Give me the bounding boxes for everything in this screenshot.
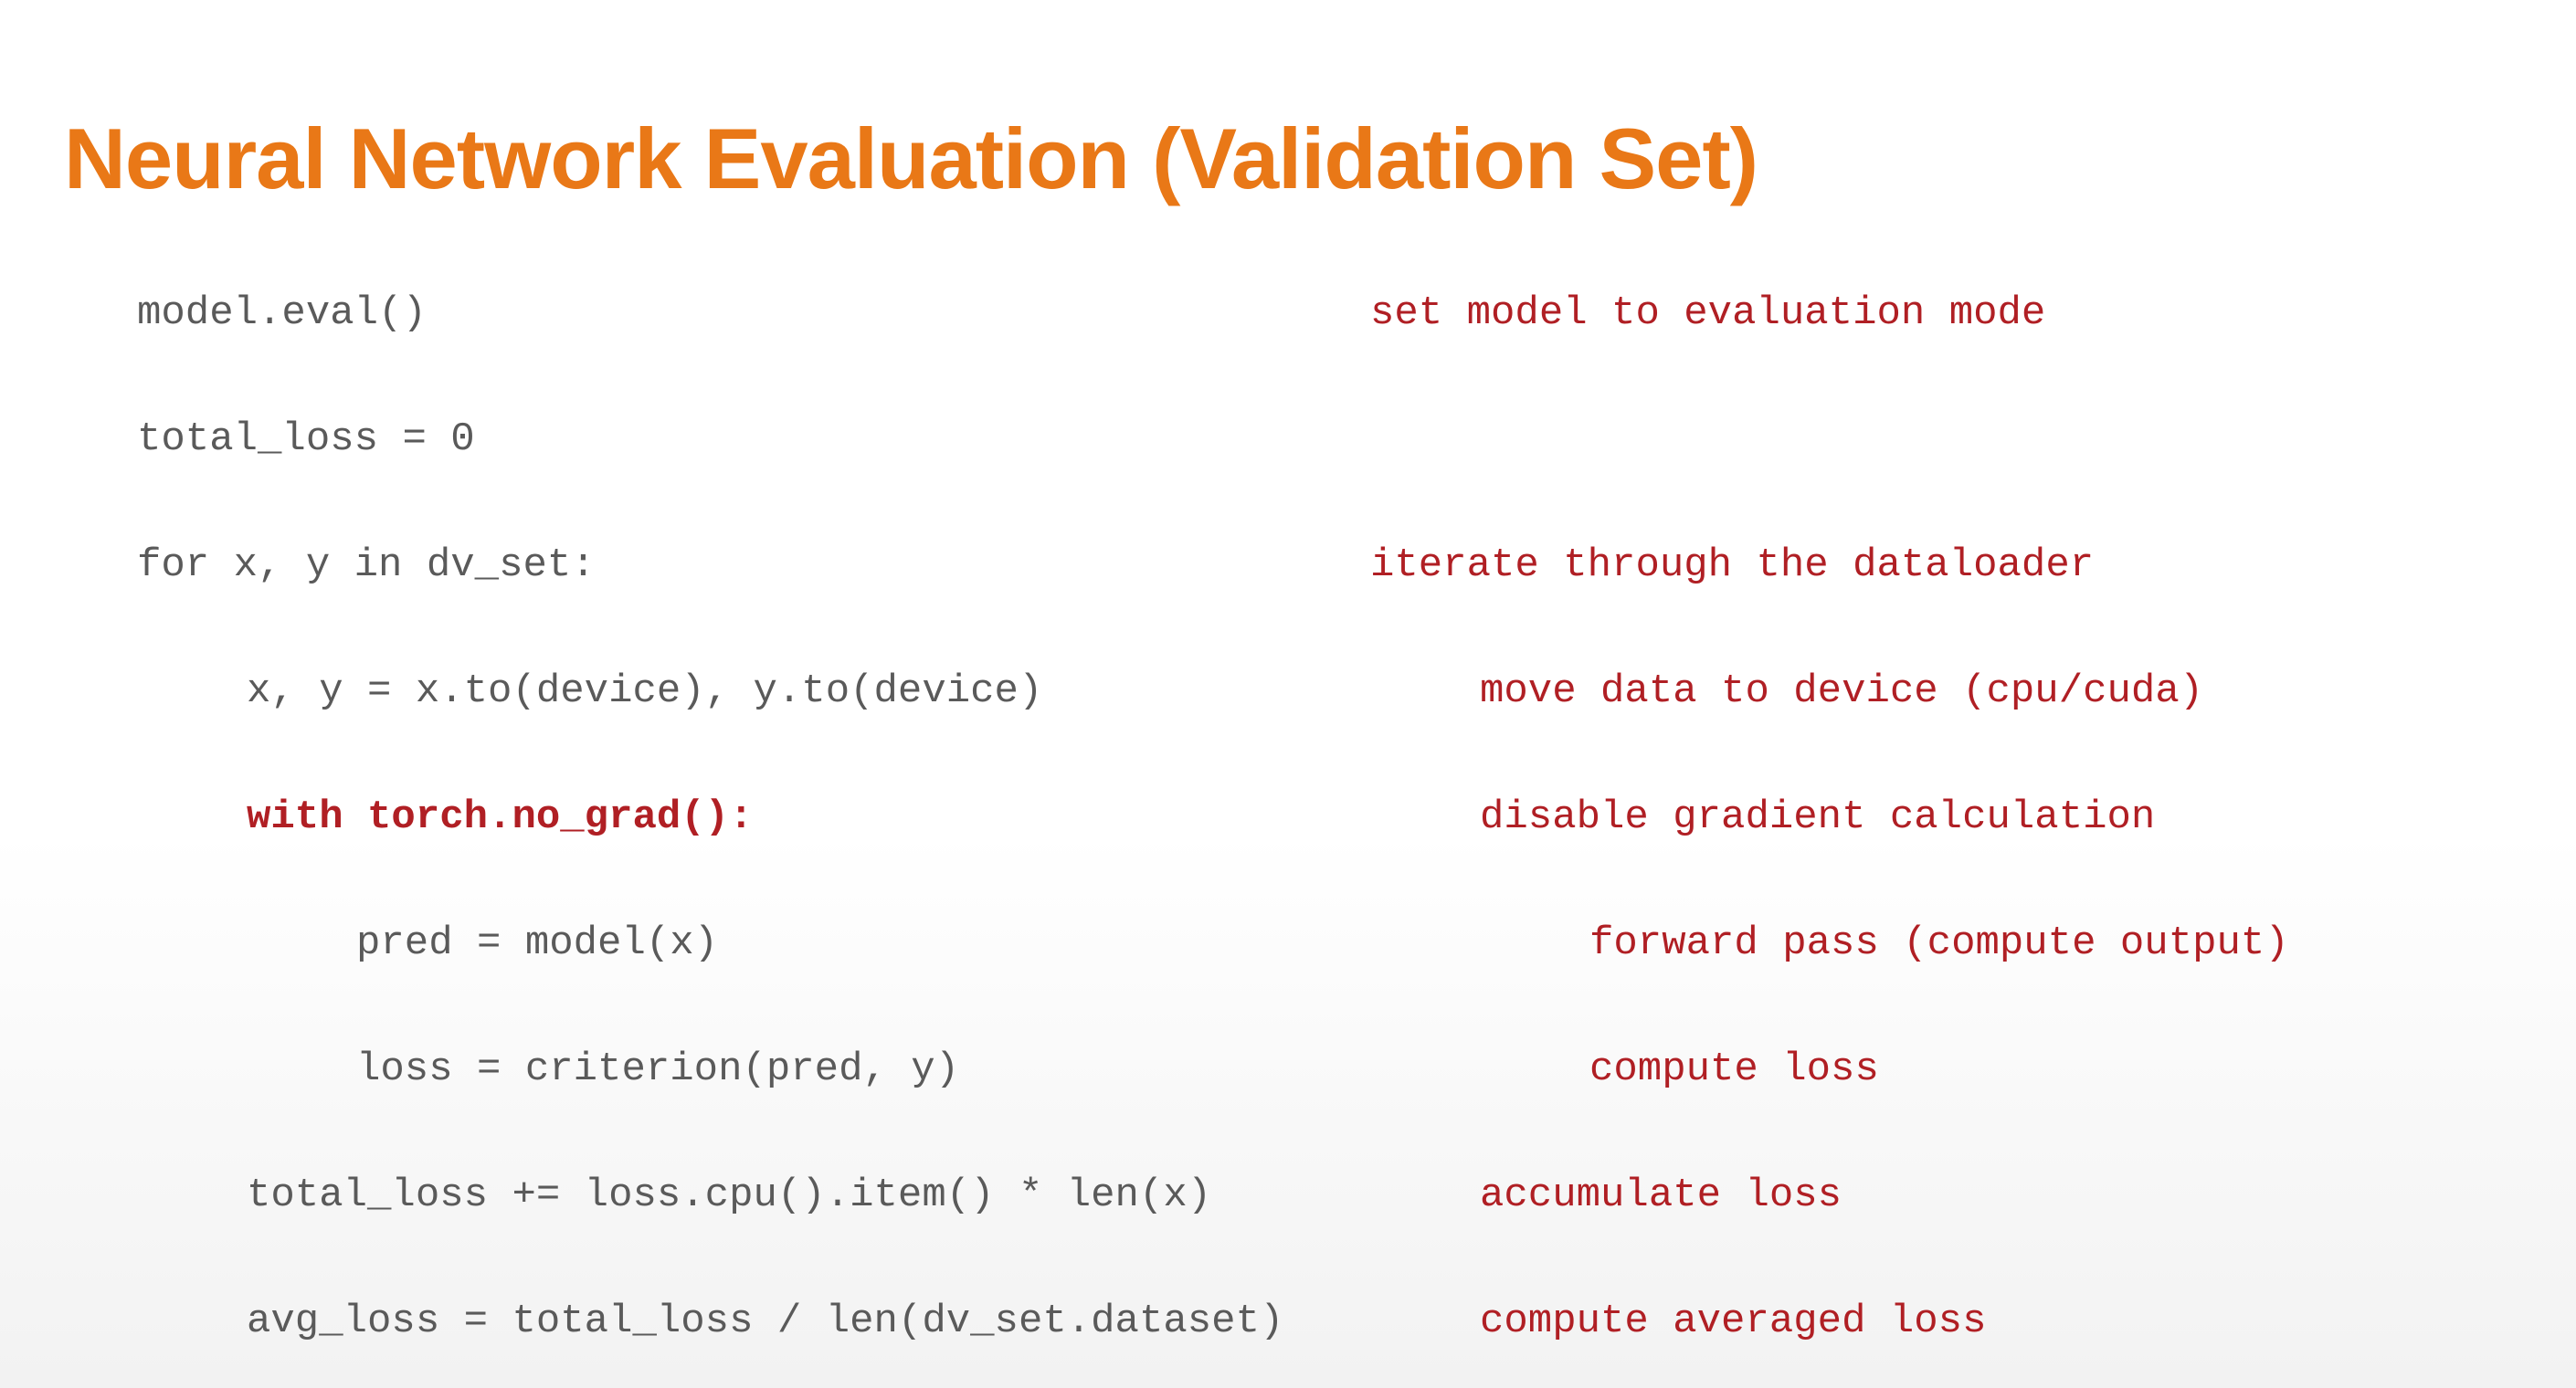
code-text-emphasis: with torch.no_grad(): — [247, 794, 1480, 840]
code-comment: forward pass (compute output) — [1589, 920, 2289, 966]
code-comment: disable gradient calculation — [1480, 794, 2155, 840]
code-row: total_loss = 0 — [137, 416, 2512, 462]
code-text: x, y = x.to(device), y.to(device) — [247, 668, 1480, 714]
code-comment: accumulate loss — [1480, 1172, 1842, 1218]
code-text: pred = model(x) — [356, 920, 1589, 966]
code-text: avg_loss = total_loss / len(dv_set.datas… — [247, 1299, 1480, 1344]
slide: Neural Network Evaluation (Validation Se… — [0, 0, 2576, 1344]
code-row: model.eval() set model to evaluation mod… — [137, 290, 2512, 336]
code-row: loss = criterion(pred, y) compute loss — [137, 1046, 2512, 1092]
slide-title: Neural Network Evaluation (Validation Se… — [64, 110, 2512, 208]
code-comment: compute averaged loss — [1480, 1299, 1987, 1344]
code-row: for x, y in dv_set: iterate through the … — [137, 542, 2512, 588]
code-row: x, y = x.to(device), y.to(device) move d… — [137, 668, 2512, 714]
code-text: total_loss += loss.cpu().item() * len(x) — [247, 1172, 1480, 1218]
code-row: total_loss += loss.cpu().item() * len(x)… — [137, 1172, 2512, 1218]
code-row: pred = model(x) forward pass (compute ou… — [137, 920, 2512, 966]
code-text: model.eval() — [137, 290, 1370, 336]
code-comment: move data to device (cpu/cuda) — [1480, 668, 2203, 714]
code-row: avg_loss = total_loss / len(dv_set.datas… — [137, 1299, 2512, 1344]
code-comment: set model to evaluation mode — [1370, 290, 2045, 336]
code-text: total_loss = 0 — [137, 416, 1370, 462]
code-comment: iterate through the dataloader — [1370, 542, 2094, 588]
slide-body: model.eval() set model to evaluation mod… — [64, 290, 2512, 1344]
code-text: for x, y in dv_set: — [137, 542, 1370, 588]
code-comment: compute loss — [1589, 1046, 1879, 1092]
code-text: loss = criterion(pred, y) — [356, 1046, 1589, 1092]
code-row: with torch.no_grad(): disable gradient c… — [137, 794, 2512, 840]
